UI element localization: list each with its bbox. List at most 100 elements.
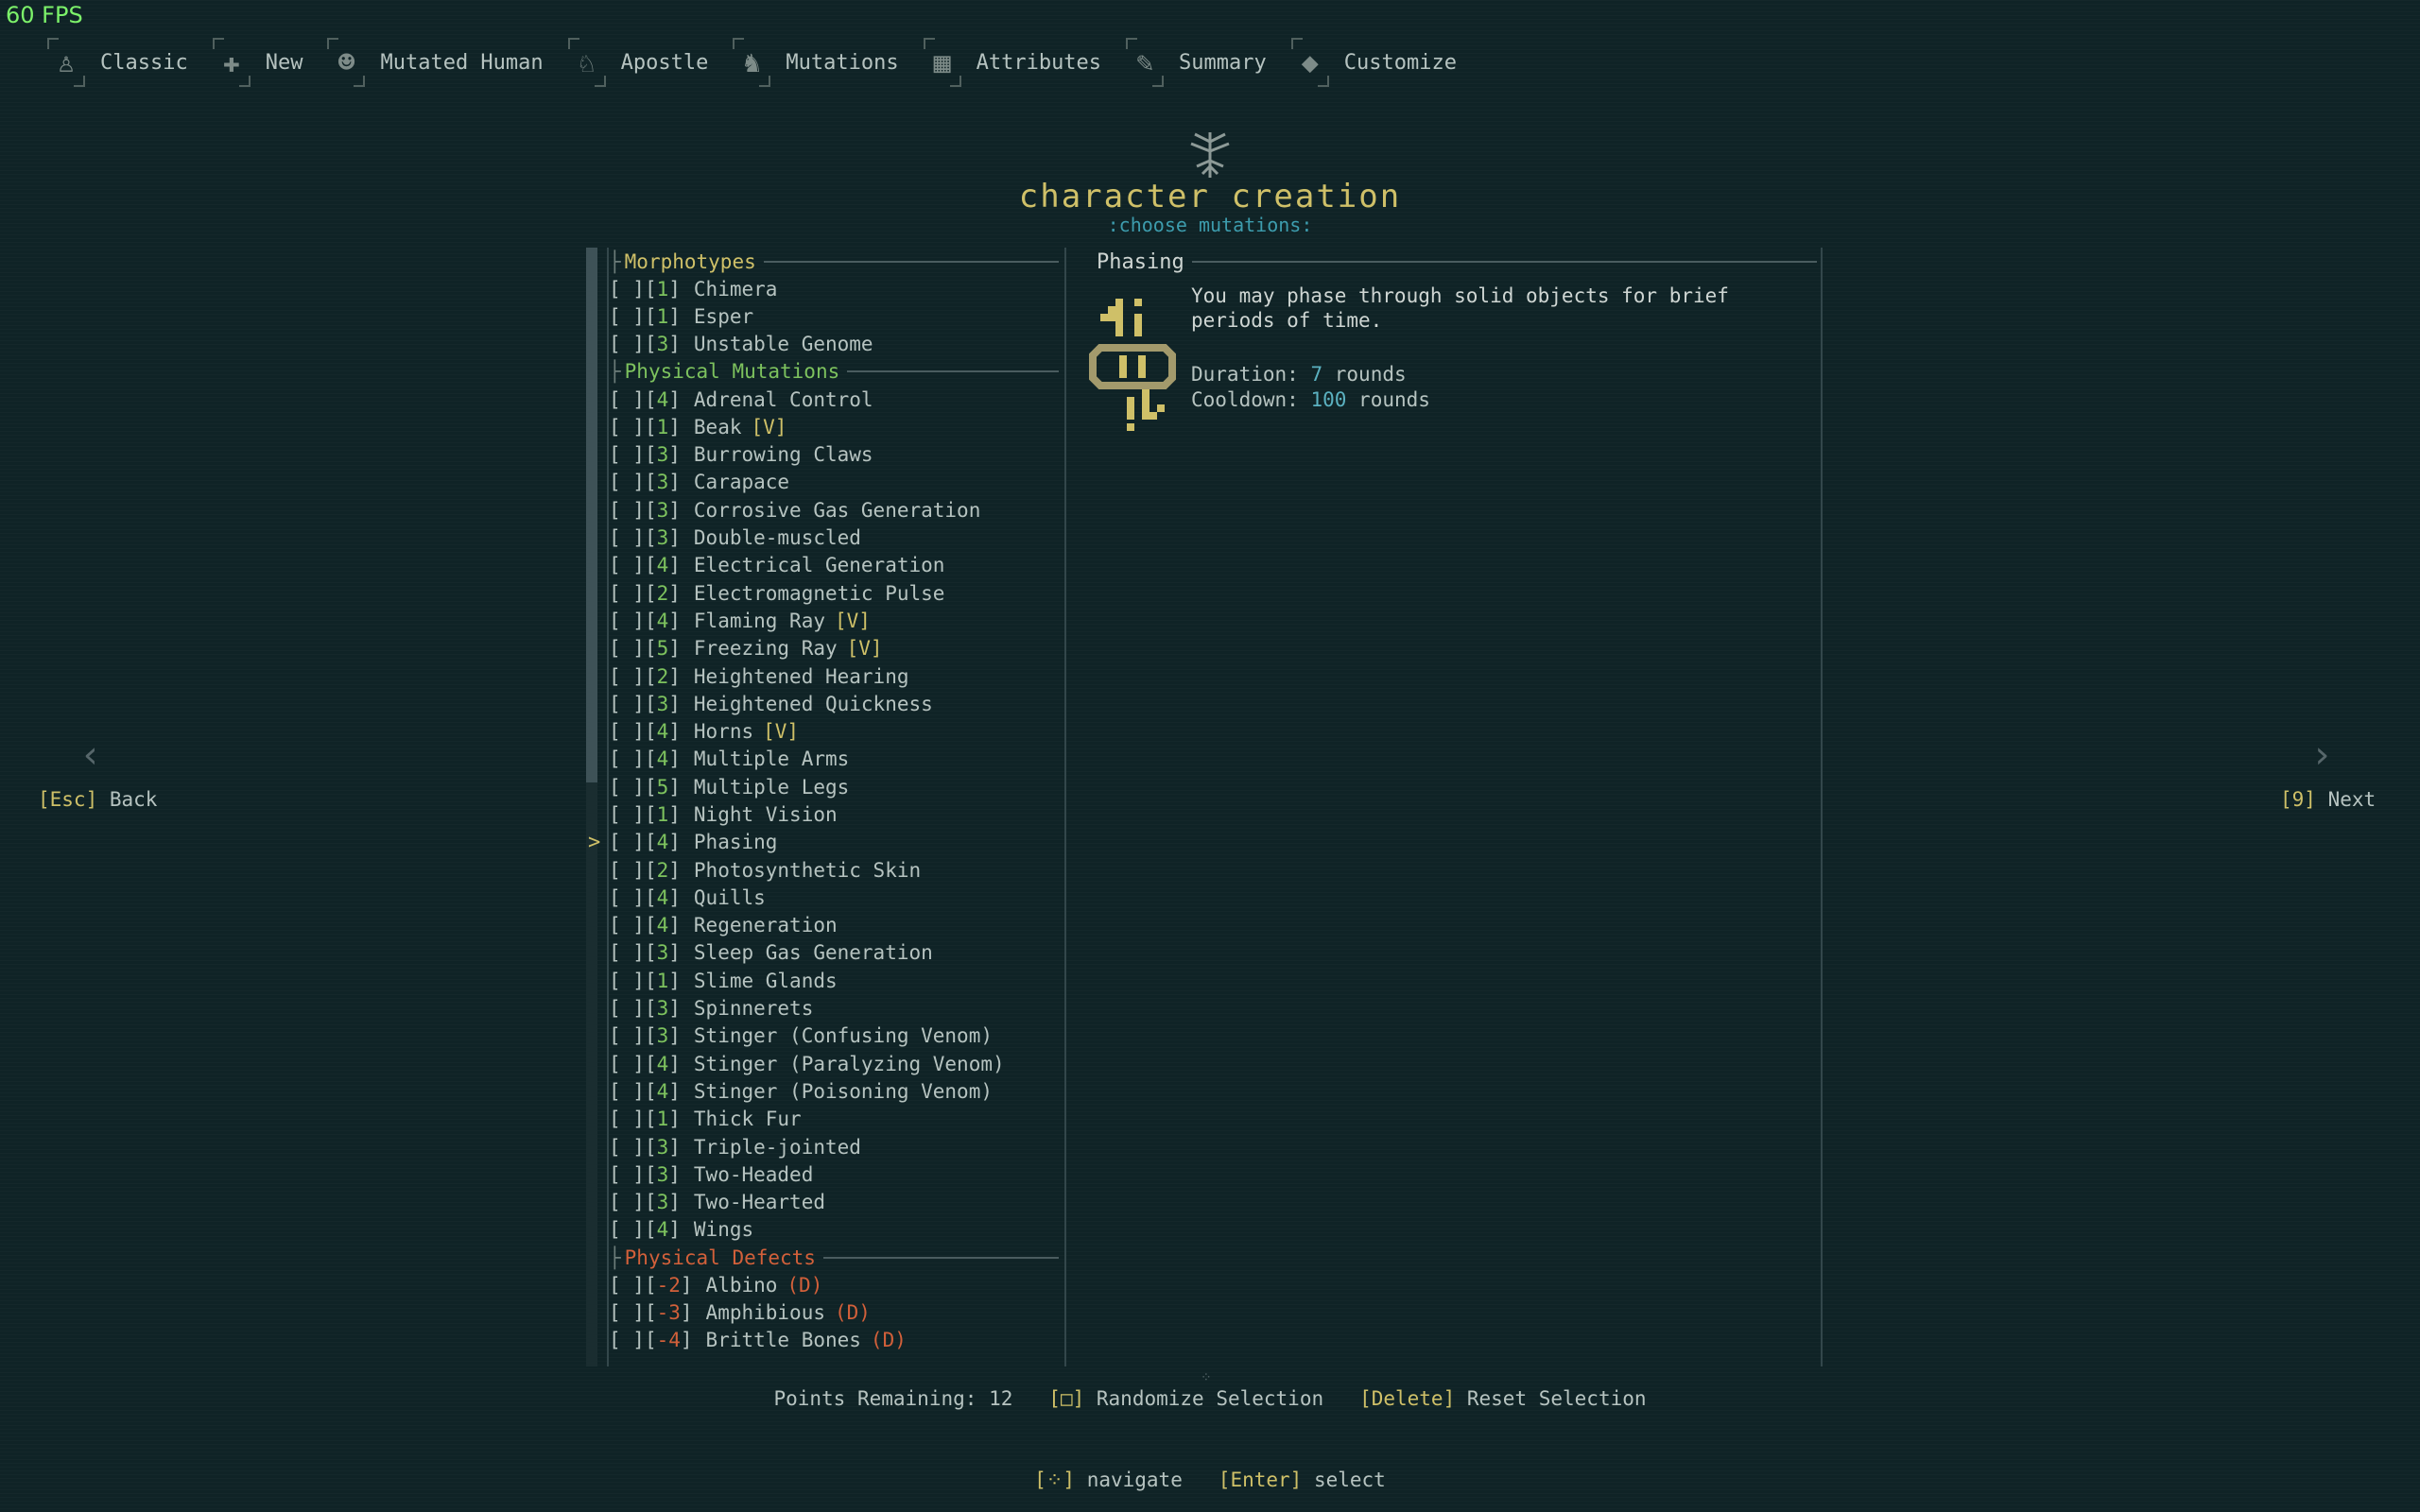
mutation-row[interactable]: [ ][4] Adrenal Control (609, 386, 1059, 413)
mutation-row[interactable]: [ ][3] Carapace (609, 469, 1059, 496)
cost-bracket-open: [ (644, 969, 657, 992)
tab-mutated-human[interactable]: ☻ Mutated Human (327, 36, 544, 89)
mutation-row[interactable]: [ ][1] Beak [V] (609, 413, 1059, 440)
checkbox[interactable]: [ ] (609, 859, 645, 882)
mutation-row[interactable]: [ ][3] Double-muscled (609, 524, 1059, 551)
mutation-row[interactable]: [ ][1] Slime Glands (609, 967, 1059, 994)
mutation-row[interactable]: [ ][4] Electrical Generation (609, 552, 1059, 579)
mutation-row[interactable]: [ ][3] Two-Hearted (609, 1189, 1059, 1216)
randomize-button[interactable]: [□] Randomize Selection (1048, 1387, 1335, 1410)
mutation-row[interactable]: [ ][2] Electromagnetic Pulse (609, 579, 1059, 607)
checkbox[interactable]: [ ] (609, 526, 645, 549)
mutation-row[interactable]: [ ][5] Multiple Legs (609, 773, 1059, 800)
mutation-row[interactable]: [ ][3] Unstable Genome (609, 331, 1059, 358)
mutation-name: Electromagnetic Pulse (693, 581, 945, 605)
checkbox[interactable]: [ ] (609, 1108, 645, 1130)
mutation-row[interactable]: [ ][4] Horns [V] (609, 717, 1059, 745)
checkbox[interactable]: [ ] (609, 1163, 645, 1186)
checkbox[interactable]: [ ] (609, 499, 645, 522)
checkbox[interactable]: [ ] (609, 1080, 645, 1103)
next-arrow-icon[interactable]: › (2310, 733, 2333, 777)
mutation-row[interactable]: [ ][-2] Albino (D) (609, 1271, 1059, 1298)
mutation-row[interactable]: [ ][1] Thick Fur (609, 1106, 1059, 1133)
mutation-row[interactable]: > [ ][4] Phasing (588, 829, 1059, 856)
mutation-row[interactable]: [ ][1] Chimera (609, 275, 1059, 302)
checkbox[interactable]: [ ] (609, 1301, 645, 1324)
cost-bracket-close: ] (668, 526, 681, 550)
checkbox[interactable]: [ ] (609, 1191, 645, 1213)
back-arrow-icon[interactable]: ‹ (79, 733, 102, 777)
cost-bracket-close: ] (668, 1024, 681, 1048)
next-button[interactable]: [9] Next (2280, 788, 2376, 811)
qud-logo-icon (1190, 132, 1230, 178)
checkbox[interactable]: [ ] (609, 278, 645, 301)
mutation-row[interactable]: [ ][3] Burrowing Claws (609, 440, 1059, 468)
checkbox[interactable]: [ ] (609, 416, 645, 438)
mutation-row[interactable]: [ ][4] Stinger (Paralyzing Venom) (609, 1050, 1059, 1077)
tab-classic[interactable]: ♙ Classic (47, 36, 188, 89)
checkbox[interactable]: [ ] (609, 693, 645, 715)
back-button[interactable]: [Esc] Back (38, 788, 157, 811)
checkbox[interactable]: [ ] (609, 831, 645, 853)
tab-apostle[interactable]: ♘ Apostle (567, 36, 708, 89)
mutation-row[interactable]: [ ][3] Corrosive Gas Generation (609, 496, 1059, 524)
cost-bracket-close: ] (668, 1135, 681, 1159)
mutation-row[interactable]: [ ][4] Quills (609, 884, 1059, 911)
tab-summary[interactable]: ✎ Summary (1126, 36, 1267, 89)
tab-customize[interactable]: ◆ Customize (1290, 36, 1457, 89)
checkbox[interactable]: [ ] (609, 970, 645, 992)
mutation-cost: 2 (656, 664, 669, 688)
mutation-name: Photosynthetic Skin (693, 858, 922, 882)
mutation-row[interactable]: [ ][3] Triple-jointed (609, 1133, 1059, 1160)
cost-bracket-close: ] (668, 333, 681, 356)
mutation-row[interactable]: [ ][3] Heightened Quickness (609, 690, 1059, 717)
checkbox[interactable]: [ ] (609, 610, 645, 632)
mutation-row[interactable]: [ ][3] Stinger (Confusing Venom) (609, 1022, 1059, 1050)
checkbox[interactable]: [ ] (609, 305, 645, 328)
tab-mutations[interactable]: ♞ Mutations (733, 36, 899, 89)
checkbox[interactable]: [ ] (609, 1024, 645, 1047)
checkbox[interactable]: [ ] (609, 1329, 645, 1351)
checkbox[interactable]: [ ] (609, 1218, 645, 1241)
reset-button[interactable]: [Delete] Reset Selection (1359, 1387, 1646, 1410)
cost-bracket-close: ] (668, 1218, 681, 1242)
checkbox[interactable]: [ ] (609, 333, 645, 355)
mutation-row[interactable]: [ ][2] Heightened Hearing (609, 662, 1059, 690)
mutation-row[interactable]: [ ][3] Spinnerets (609, 994, 1059, 1022)
checkbox[interactable]: [ ] (609, 914, 645, 936)
checkbox[interactable]: [ ] (609, 471, 645, 493)
checkbox[interactable]: [ ] (609, 443, 645, 466)
checkbox[interactable]: [ ] (609, 1053, 645, 1075)
checkbox[interactable]: [ ] (609, 803, 645, 826)
mutation-row[interactable]: [ ][4] Regeneration (609, 912, 1059, 939)
mutation-row[interactable]: [ ][1] Night Vision (609, 800, 1059, 828)
checkbox[interactable]: [ ] (609, 776, 645, 799)
mutation-row[interactable]: [ ][2] Photosynthetic Skin (609, 856, 1059, 884)
checkbox[interactable]: [ ] (609, 941, 645, 964)
checkbox[interactable]: [ ] (609, 886, 645, 909)
mutation-row[interactable]: [ ][3] Two-Headed (609, 1160, 1059, 1188)
mutation-row[interactable]: [ ][5] Freezing Ray [V] (609, 635, 1059, 662)
checkbox[interactable]: [ ] (609, 582, 645, 605)
checkbox[interactable]: [ ] (609, 1274, 645, 1297)
mutation-name: Stinger (Paralyzing Venom) (693, 1052, 1005, 1075)
mutation-row[interactable]: [ ][1] Esper (609, 302, 1059, 330)
checkbox[interactable]: [ ] (609, 997, 645, 1020)
mutation-row[interactable]: [ ][3] Sleep Gas Generation (609, 939, 1059, 967)
mutation-row[interactable]: [ ][-3] Amphibious (D) (609, 1298, 1059, 1326)
checkbox[interactable]: [ ] (609, 747, 645, 770)
mutation-row[interactable]: [ ][4] Wings (609, 1216, 1059, 1244)
checkbox[interactable]: [ ] (609, 554, 645, 576)
mutation-row[interactable]: [ ][4] Multiple Arms (609, 746, 1059, 773)
checkbox[interactable]: [ ] (609, 665, 645, 688)
checkbox[interactable]: [ ] (609, 720, 645, 743)
checkbox[interactable]: [ ] (609, 388, 645, 411)
mutation-row[interactable]: [ ][4] Flaming Ray [V] (609, 607, 1059, 634)
category-header-defect: ├Physical Defects┤ (609, 1244, 1059, 1271)
tab-attributes[interactable]: ▦ Attributes (923, 36, 1101, 89)
checkbox[interactable]: [ ] (609, 1136, 645, 1159)
mutation-row[interactable]: [ ][4] Stinger (Poisoning Venom) (609, 1077, 1059, 1105)
tab-new[interactable]: ✚ New (212, 36, 302, 89)
checkbox[interactable]: [ ] (609, 637, 645, 660)
mutation-row[interactable]: [ ][-4] Brittle Bones (D) (609, 1327, 1059, 1354)
